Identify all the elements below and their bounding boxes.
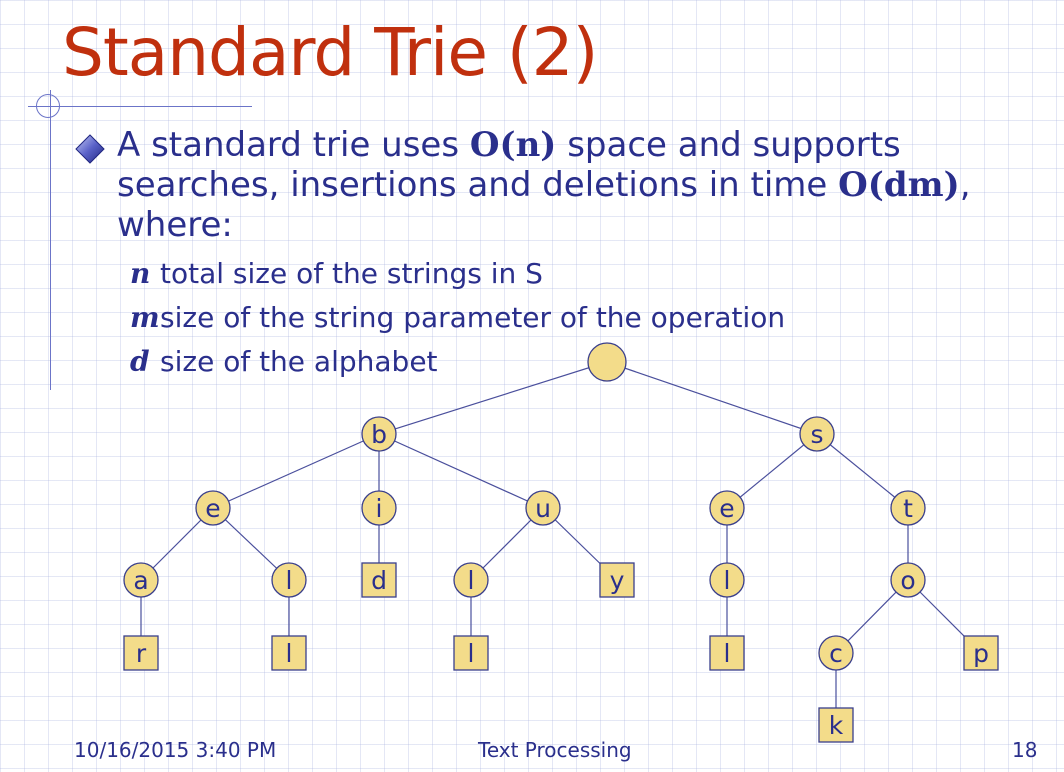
trie-node-bu: u xyxy=(525,490,561,526)
trie-node-bea: a xyxy=(123,562,159,598)
trie-node-bul: l xyxy=(453,562,489,598)
trie-edge-root-s xyxy=(606,361,818,435)
trie-node-bull: l xyxy=(453,635,489,671)
trie-node-label: d xyxy=(371,566,387,595)
trie-node-label: i xyxy=(376,494,383,523)
trie-node-bi: i xyxy=(361,490,397,526)
trie-node-label: r xyxy=(136,639,147,668)
trie-node-label: e xyxy=(719,494,734,523)
trie-node-b: b xyxy=(361,416,397,452)
trie-edge-b-bu xyxy=(378,433,544,509)
footer-date: 10/16/2015 3:40 PM xyxy=(74,738,277,762)
trie-node-label: l xyxy=(468,639,475,668)
trie-node-label: l xyxy=(724,639,731,668)
trie-node-root xyxy=(587,342,627,382)
trie-diagram: b s e i u e t a l d l y l o r l l l c p k xyxy=(123,342,999,743)
trie-node-be: e xyxy=(195,490,231,526)
trie-node-label: c xyxy=(829,639,843,668)
trie-node-label: b xyxy=(371,420,387,449)
trie-node-label: e xyxy=(205,494,220,523)
trie-edge-root-b xyxy=(378,361,608,435)
trie-node-stock: k xyxy=(818,707,854,743)
trie-node-label: l xyxy=(286,639,293,668)
footer-page-number: 18 xyxy=(1012,738,1038,762)
trie-node-label: t xyxy=(903,494,913,523)
trie-edge-b-be xyxy=(212,433,380,509)
footer-title: Text Processing xyxy=(478,738,632,762)
trie-node-buy: y xyxy=(599,562,635,598)
trie-node-sto: o xyxy=(890,562,926,598)
trie-node-label: s xyxy=(810,420,823,449)
trie-node-sell: l xyxy=(709,635,745,671)
trie-node-se: e xyxy=(709,490,745,526)
trie-node-label: l xyxy=(286,566,293,595)
trie-node-label: l xyxy=(468,566,475,595)
trie-node-bel: l xyxy=(271,562,307,598)
trie-node-bear: r xyxy=(123,635,159,671)
trie-node-stoc: c xyxy=(818,635,854,671)
trie-node-label: k xyxy=(829,711,844,740)
trie-node-label: o xyxy=(900,566,915,595)
trie-node-label: l xyxy=(724,566,731,595)
trie-node-bell: l xyxy=(271,635,307,671)
trie-node-bid: d xyxy=(361,562,397,598)
trie-node-sel: l xyxy=(709,562,745,598)
trie-node-label: y xyxy=(610,566,625,595)
trie-node-s: s xyxy=(799,416,835,452)
trie-node-label: p xyxy=(973,639,989,668)
trie-node-label: u xyxy=(535,494,551,523)
trie-node-st: t xyxy=(890,490,926,526)
trie-node-label: a xyxy=(133,566,148,595)
trie-node-stop: p xyxy=(963,635,999,671)
